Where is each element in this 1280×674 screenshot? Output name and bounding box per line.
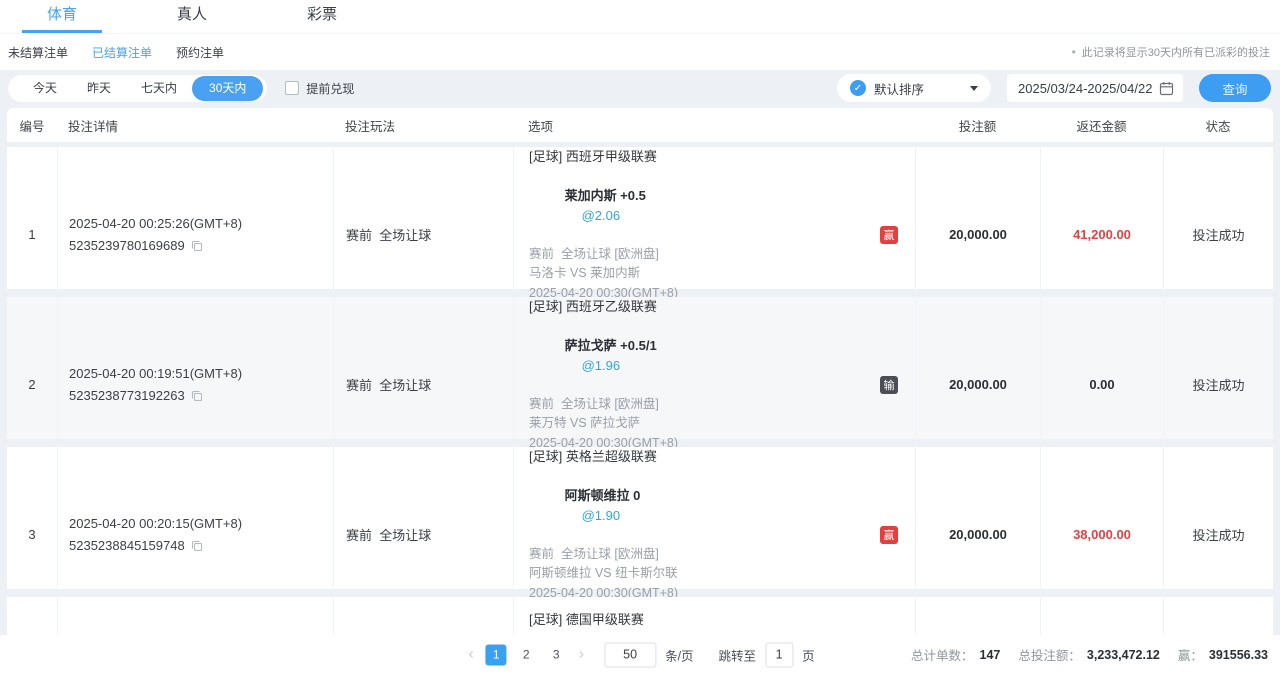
jump-to-label: 跳转至 — [719, 645, 757, 664]
odds-value: @1.96 — [582, 358, 621, 373]
bet-status — [1163, 597, 1273, 637]
totals-summary: 总计单数： 147 总投注额： 3,233,472.12 赢： 391556.3… — [893, 635, 1268, 674]
table-header-row: 编号 投注详情 投注玩法 选项 投注额 返还金额 状态 — [7, 108, 1273, 142]
per-page-label: 条/页 — [665, 645, 693, 664]
col-header-payout: 返还金额 — [1040, 116, 1163, 135]
date-quick-filters: 今天 昨天 七天内 30天内 — [8, 75, 267, 102]
match-teams: 阿斯顿维拉 VS 纽卡斯尔联 — [529, 564, 915, 584]
bullet-icon: • — [1072, 45, 1076, 59]
check-circle-icon: ✓ — [850, 80, 866, 96]
bottom-bar: ‹ 1 2 3 › 条/页 跳转至 页 总计单数： 147 总投注额： 3,23… — [0, 635, 1280, 674]
table-row: [足球] 德国甲级联赛 — [7, 597, 1273, 637]
stake-amount — [915, 597, 1040, 637]
cashout-label: 提前兑现 — [306, 80, 354, 97]
jump-page-input[interactable] — [765, 642, 793, 667]
payout-amount — [1040, 597, 1163, 637]
bet-time: 2025-04-20 00:19:51(GMT+8) — [69, 363, 333, 385]
pagination: ‹ 1 2 3 › 条/页 跳转至 页 — [465, 642, 814, 667]
total-stake-value: 3,233,472.12 — [1087, 648, 1160, 662]
filter-7days[interactable]: 七天内 — [126, 76, 192, 101]
col-header-detail: 投注详情 — [57, 116, 333, 135]
bet-id: 5235238845159748 — [69, 535, 185, 557]
subtab-reserved-bets[interactable]: 预约注单 — [176, 44, 224, 61]
filter-bar-right: ✓ 默认排序 2025/03/24-2025/04/22 查询 — [837, 74, 1271, 102]
pick-name: 莱加内斯 +0.5 — [565, 188, 646, 203]
cashout-checkbox[interactable] — [285, 81, 299, 95]
copy-icon[interactable] — [191, 240, 203, 252]
primary-tabs: 体育 真人 彩票 — [0, 0, 1280, 34]
col-header-stake: 投注额 — [915, 116, 1040, 135]
total-win-label: 赢： — [1178, 645, 1203, 664]
records-note: • 此记录将显示30天内所有已派彩的投注 — [1072, 44, 1270, 60]
secondary-tabs: 未结算注单 已结算注单 预约注单 • 此记录将显示30天内所有已派彩的投注 — [0, 34, 1280, 70]
total-stake-label: 总投注额： — [1018, 645, 1081, 664]
cashout-filter: 提前兑现 — [285, 80, 354, 97]
odds-value: @2.06 — [582, 208, 621, 223]
league-name: [足球] 西班牙乙级联赛 — [529, 297, 915, 317]
table-row: 2 2025-04-20 00:19:51(GMT+8) 52352387731… — [7, 297, 1273, 439]
league-name: [足球] 英格兰超级联赛 — [529, 447, 915, 467]
filter-yesterday[interactable]: 昨天 — [72, 76, 126, 101]
league-name: [足球] 德国甲级联赛 — [529, 610, 915, 630]
bets-table: 编号 投注详情 投注玩法 选项 投注额 返还金额 状态 1 2025-04-20… — [7, 108, 1273, 637]
bet-play-type — [333, 597, 513, 637]
subtab-settled-bets[interactable]: 已结算注单 — [92, 44, 152, 61]
copy-icon[interactable] — [191, 390, 203, 402]
match-teams: 马洛卡 VS 莱加内斯 — [529, 264, 915, 284]
filter-30days[interactable]: 30天内 — [192, 76, 263, 101]
date-range-input[interactable]: 2025/03/24-2025/04/22 — [1007, 74, 1183, 102]
sort-dropdown[interactable]: ✓ 默认排序 — [837, 74, 991, 102]
win-badge: 赢 — [880, 526, 898, 544]
bet-option-cell: [足球] 德国甲级联赛 — [513, 597, 915, 637]
page-unit-label: 页 — [802, 645, 815, 664]
total-count-value: 147 — [980, 648, 1001, 662]
subtab-unsettled-bets[interactable]: 未结算注单 — [8, 44, 68, 61]
win-badge: 赢 — [880, 226, 898, 244]
page-button-1[interactable]: 1 — [486, 644, 507, 665]
sort-selected-label: 默认排序 — [874, 79, 924, 98]
table-row: 3 2025-04-20 00:20:15(GMT+8) 52352388451… — [7, 447, 1273, 589]
lose-badge: 输 — [880, 376, 898, 394]
filter-today[interactable]: 今天 — [18, 76, 72, 101]
odds-value: @1.90 — [582, 508, 621, 523]
page-button-2[interactable]: 2 — [516, 644, 537, 665]
next-page-icon[interactable]: › — [576, 647, 587, 663]
col-header-play: 投注玩法 — [333, 116, 513, 135]
market-info: 赛前 全场让球 [欧洲盘] — [529, 395, 915, 415]
page-size-input[interactable] — [604, 642, 656, 667]
prev-page-icon[interactable]: ‹ — [465, 647, 476, 663]
pick-name: 阿斯顿维拉 0 — [565, 488, 641, 503]
total-win-value: 391556.33 — [1209, 648, 1268, 662]
bet-time: 2025-04-20 00:20:15(GMT+8) — [69, 513, 333, 535]
tab-live[interactable]: 真人 — [152, 3, 232, 33]
search-button[interactable]: 查询 — [1199, 74, 1271, 102]
copy-icon[interactable] — [191, 540, 203, 552]
table-row: 1 2025-04-20 00:25:26(GMT+8) 52352397801… — [7, 147, 1273, 289]
records-note-text: 此记录将显示30天内所有已派彩的投注 — [1082, 44, 1270, 60]
bet-id: 5235239780169689 — [69, 235, 185, 257]
tab-lottery[interactable]: 彩票 — [282, 3, 362, 33]
bet-number — [7, 597, 57, 637]
col-header-no: 编号 — [7, 116, 57, 135]
col-header-status: 状态 — [1163, 116, 1273, 135]
col-header-option: 选项 — [513, 116, 915, 135]
bet-time: 2025-04-20 00:25:26(GMT+8) — [69, 213, 333, 235]
market-info: 赛前 全场让球 [欧洲盘] — [529, 545, 915, 565]
calendar-icon — [1159, 81, 1174, 96]
bet-id: 5235238773192263 — [69, 385, 185, 407]
market-info: 赛前 全场让球 [欧洲盘] — [529, 245, 915, 265]
match-teams: 莱万特 VS 萨拉戈萨 — [529, 414, 915, 434]
chevron-down-icon — [970, 86, 978, 91]
date-range-value: 2025/03/24-2025/04/22 — [1018, 81, 1152, 96]
league-name: [足球] 西班牙甲级联赛 — [529, 147, 915, 167]
total-count-label: 总计单数： — [911, 645, 974, 664]
page-button-3[interactable]: 3 — [546, 644, 567, 665]
top-header: 体育 真人 彩票 未结算注单 已结算注单 预约注单 • 此记录将显示30天内所有… — [0, 0, 1280, 70]
filter-bar: 今天 昨天 七天内 30天内 提前兑现 ✓ 默认排序 2025/03/24-20… — [0, 70, 1280, 106]
bet-detail-cell — [57, 597, 333, 637]
tab-sports[interactable]: 体育 — [22, 3, 102, 33]
pick-name: 萨拉戈萨 +0.5/1 — [565, 338, 657, 353]
